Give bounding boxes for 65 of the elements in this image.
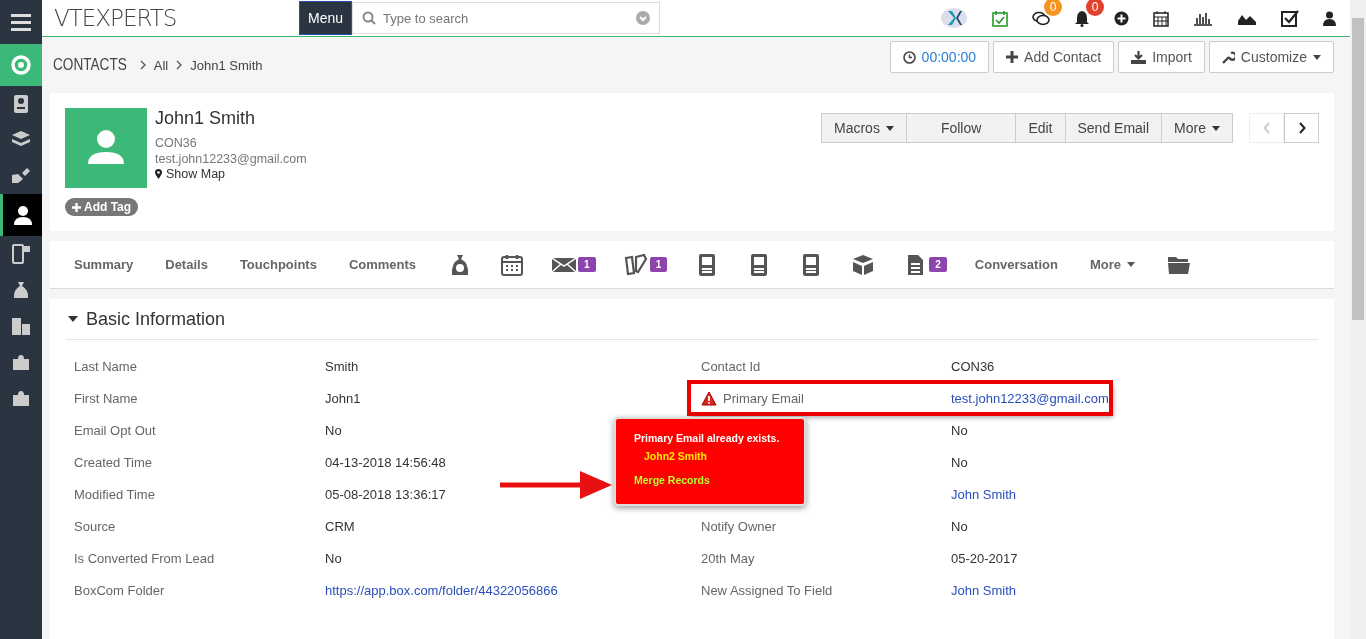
add-tag-button[interactable]: Add Tag [65,198,139,216]
field-value: 05-08-2018 13:36:17 [325,486,446,502]
field-value: 04-13-2018 14:56:48 [325,454,446,470]
import-button[interactable]: Import [1118,41,1205,73]
tab[interactable]: Touchpoints [223,241,333,288]
search-field[interactable]: Type to search [352,2,661,34]
add-contact-button[interactable]: Add Contact [993,41,1115,73]
record-action-button[interactable]: Edit [1015,113,1066,143]
field-value: No [951,454,968,470]
field-link[interactable]: John Smith [951,582,1017,598]
field-label: Is Converted From Lead [74,550,215,566]
record-action-button[interactable]: Macros [821,113,907,143]
record-email: test.john12233@gmail.com [155,151,307,167]
field-label: Primary Email [723,390,804,406]
field-value: John1 [325,390,361,406]
field-link[interactable]: test.john12233@gmail.com [951,390,1109,406]
field-value: No [951,422,968,438]
record-action-button[interactable]: More [1161,113,1233,143]
record-action-button[interactable]: Send Email [1064,113,1163,143]
icon-tab[interactable]: 1 [607,241,680,288]
tab[interactable]: Details [149,241,224,288]
icon-tab[interactable]: 1 [536,241,608,288]
field-label: Last Name [74,358,137,374]
count-badge: 0 [1044,0,1062,16]
field-label: Modified Time [74,486,155,502]
count-badge: 1 [578,257,596,272]
menu-button[interactable]: Menu [299,1,353,35]
field-label: New Assigned To Field [701,582,833,598]
field-label: BoxCom Folder [74,582,165,598]
field-value: CRM [325,518,355,534]
module-title[interactable]: CONTACTS [53,56,127,74]
field-label: First Name [74,390,138,406]
breadcrumb-item[interactable]: All [153,57,169,73]
field-value: 05-20-2017 [951,550,1018,566]
tab[interactable]: Comments [332,241,433,288]
record-action-button[interactable]: Follow [905,113,1017,143]
field-label: Notify Owner [701,518,777,534]
count-badge: 1 [649,257,668,272]
tab[interactable]: Summary [58,241,150,288]
record-name: John1 Smith [155,108,257,129]
field-link[interactable]: John Smith [951,486,1017,502]
more-tab[interactable]: More [1073,241,1151,288]
field-label: Email Opt Out [74,422,156,438]
field-label: 20th May [701,550,755,566]
timer-button[interactable]: 00:00:00 [889,41,990,73]
logo[interactable]: VTEXPERTS [54,5,299,31]
field-label: Created Time [74,454,153,470]
field-value: No [325,422,342,438]
field-link[interactable]: https://app.box.com/folder/44322056866 [325,582,558,598]
field-label: Contact Id [701,358,761,374]
record-id: CON36 [155,135,198,151]
field-value: CON36 [951,358,995,374]
show-map-link[interactable]: Show Map [155,167,307,181]
breadcrumb-item[interactable]: John1 Smith [190,57,263,73]
section-title: Basic Information [86,308,226,330]
popup-message: Primary Email already exists. [634,432,780,444]
field-label: Source [74,518,116,534]
count-badge: 2 [929,257,947,272]
field-value: No [951,518,968,534]
tab[interactable]: Conversation [958,241,1074,288]
icon-tab[interactable]: 2 [887,241,959,288]
customize-button[interactable]: Customize [1208,41,1334,73]
field-value: No [325,550,342,566]
count-badge: 0 [1086,0,1104,16]
field-value: Smith [325,358,359,374]
